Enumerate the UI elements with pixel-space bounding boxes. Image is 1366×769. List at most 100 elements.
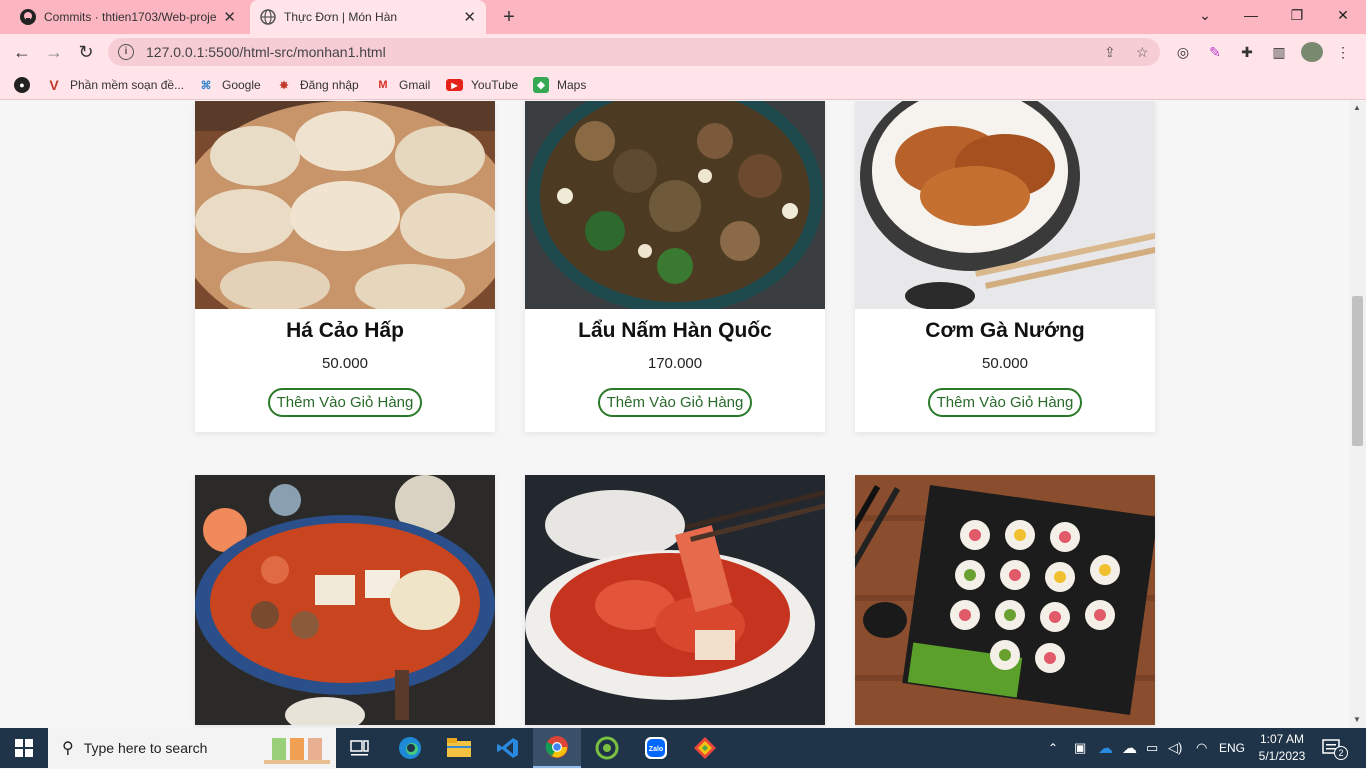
svg-text:Zalo: Zalo xyxy=(649,746,663,753)
bookmark-label: Đăng nhập xyxy=(300,78,359,92)
page-viewport: Há Cảo Hấp 50.000 Thêm Vào Giỏ Hàng Lẩu … xyxy=(0,101,1350,728)
close-window-button[interactable]: ✕ xyxy=(1320,0,1366,30)
bookmark-label: Google xyxy=(222,78,261,92)
clock-time: 1:07 AM xyxy=(1259,732,1305,746)
minimize-button[interactable]: — xyxy=(1228,0,1274,30)
menu-card-kimchi xyxy=(525,475,825,725)
start-button[interactable] xyxy=(0,728,48,768)
page-scrollbar[interactable]: ▲ ▼ xyxy=(1350,101,1366,728)
google-translate-icon: ⌘ xyxy=(200,79,212,92)
bookmark-dang-nhap[interactable]: ✸ Đăng nhập xyxy=(276,76,359,94)
dish-name: Há Cảo Hấp xyxy=(286,319,404,342)
browser-toolbar: ← → ↻ i 127.0.0.1:5500/html-src/monhan1.… xyxy=(0,34,1366,70)
bookmark-label: YouTube xyxy=(471,78,519,92)
task-view-icon[interactable] xyxy=(336,728,384,768)
onedrive-icon[interactable]: ☁ xyxy=(1098,728,1113,768)
share-icon[interactable]: ⇪ xyxy=(1104,44,1116,61)
dish-price: 50.000 xyxy=(982,355,1028,372)
more-menu-icon[interactable]: ⋮ xyxy=(1334,43,1352,61)
dish-price: 170.000 xyxy=(647,355,703,372)
clock-date: 5/1/2023 xyxy=(1258,749,1306,763)
restore-button[interactable]: ❐ xyxy=(1274,0,1320,30)
battery-icon[interactable]: ▭ xyxy=(1146,728,1158,768)
taskbar-search-box[interactable]: ⚲ Type here to search xyxy=(48,728,336,768)
new-tab-button[interactable]: + xyxy=(498,6,520,28)
wifi-icon[interactable]: ◠ xyxy=(1196,728,1207,768)
tab-commits[interactable]: Commits · thtien1703/Web-proje ✕ xyxy=(10,0,246,34)
zalo-icon[interactable]: Zalo xyxy=(632,728,680,768)
dish-name: Cơm Gà Nướng xyxy=(925,319,1085,342)
input-language-indicator[interactable]: ENG xyxy=(1219,728,1245,768)
bookmark-phan-mem[interactable]: V Phần mềm soạn đề... xyxy=(46,76,184,94)
cloud-tray-icon[interactable]: ☁ xyxy=(1122,728,1137,768)
camera-tray-icon[interactable]: ▣ xyxy=(1074,728,1086,768)
file-explorer-icon[interactable] xyxy=(435,728,483,768)
back-button[interactable]: ← xyxy=(10,41,34,63)
bookmark-youtube[interactable]: ▶ YouTube xyxy=(446,76,518,94)
dumpling-photo xyxy=(195,101,495,309)
tab-search-chevron-icon[interactable]: ⌄ xyxy=(1182,0,1228,30)
add-to-cart-button[interactable]: Thêm Vào Giỏ Hàng xyxy=(597,388,753,417)
site-info-icon[interactable]: i xyxy=(118,44,134,60)
globe-icon xyxy=(260,9,276,25)
scroll-down-arrow-icon[interactable]: ▼ xyxy=(1353,715,1361,724)
color-picker-extension-icon[interactable]: ✎ xyxy=(1206,43,1224,61)
grilled-chicken-rice-photo xyxy=(855,101,1155,309)
chrome-icon[interactable] xyxy=(533,728,581,768)
drinks-illustration-icon xyxy=(264,732,330,764)
show-hidden-icons-chevron-icon[interactable]: ⌃ xyxy=(1048,728,1058,768)
profile-avatar[interactable] xyxy=(1301,42,1323,62)
add-to-cart-button[interactable]: Thêm Vào Giỏ Hàng xyxy=(267,388,423,417)
close-tab-icon[interactable]: ✕ xyxy=(223,8,236,26)
dish-name: Lẩu Nấm Hàn Quốc xyxy=(578,319,772,342)
bookmark-gmail[interactable]: M Gmail xyxy=(375,76,430,94)
bookmark-star-icon[interactable]: ☆ xyxy=(1136,44,1149,61)
tab-thuc-don[interactable]: Thực Đơn | Món Hàn ✕ xyxy=(250,0,486,34)
reload-button[interactable]: ↻ xyxy=(74,41,98,63)
search-placeholder: Type here to search xyxy=(83,740,208,756)
youtube-icon: ▶ xyxy=(446,79,463,91)
url-text: 127.0.0.1:5500/html-src/monhan1.html xyxy=(146,44,386,60)
scrollbar-thumb[interactable] xyxy=(1352,296,1363,446)
volume-icon[interactable]: ◁) xyxy=(1168,728,1182,768)
system-clock[interactable]: 1:07 AM 5/1/2023 xyxy=(1254,731,1310,765)
menu-card-kimbap xyxy=(855,475,1155,725)
address-bar[interactable]: i 127.0.0.1:5500/html-src/monhan1.html ⇪… xyxy=(108,38,1160,66)
add-to-cart-button[interactable]: Thêm Vào Giỏ Hàng xyxy=(927,388,1083,417)
close-tab-icon[interactable]: ✕ xyxy=(463,8,476,26)
world-icon[interactable]: ● xyxy=(14,76,38,94)
menu-card-lau-nam: Lẩu Nấm Hàn Quốc 170.000 Thêm Vào Giỏ Hà… xyxy=(525,101,825,432)
notification-center-button[interactable]: 2 xyxy=(1322,728,1348,768)
tab-title: Commits · thtien1703/Web-proje xyxy=(44,10,217,24)
bookmark-label: Maps xyxy=(557,78,587,92)
github-icon xyxy=(20,9,36,25)
coccoc-icon[interactable] xyxy=(583,728,631,768)
tab-title: Thực Đơn | Món Hàn xyxy=(284,10,398,24)
v-logo-icon: V xyxy=(49,77,59,93)
mushroom-hotpot-photo xyxy=(525,101,825,309)
scroll-up-arrow-icon[interactable]: ▲ xyxy=(1353,103,1361,112)
forward-button[interactable]: → xyxy=(42,41,66,63)
maps-icon: ◆ xyxy=(533,77,549,93)
windows-logo-icon xyxy=(15,739,33,757)
tab-strip: Commits · thtien1703/Web-proje ✕ Thực Đơ… xyxy=(0,0,1366,34)
side-panel-icon[interactable]: ▥ xyxy=(1270,43,1288,61)
login-site-icon: ✸ xyxy=(279,79,289,92)
compass-extension-icon[interactable]: ◎ xyxy=(1174,43,1192,61)
windows-taskbar: ⚲ Type here to search Zalo ⌃ ▣ ☁ ☁ ▭ ◁) … xyxy=(0,728,1366,768)
vscode-icon[interactable] xyxy=(484,728,532,768)
gmail-icon: M xyxy=(378,79,388,91)
menu-card-budae-jjigae xyxy=(195,475,495,725)
search-icon: ⚲ xyxy=(62,740,74,757)
menu-card-com-ga: Cơm Gà Nướng 50.000 Thêm Vào Giỏ Hàng xyxy=(855,101,1155,432)
bookmark-maps[interactable]: ◆ Maps xyxy=(533,76,586,94)
edge-browser-icon[interactable] xyxy=(386,728,434,768)
bookmark-label: Phần mềm soạn đề... xyxy=(70,78,185,92)
dish-price: 50.000 xyxy=(322,355,368,372)
extensions-puzzle-icon[interactable]: ✚ xyxy=(1238,43,1256,61)
army-stew-photo xyxy=(195,475,495,725)
gitkraken-icon[interactable] xyxy=(681,728,729,768)
kimchi-photo xyxy=(525,475,825,725)
kimbap-photo xyxy=(855,475,1155,725)
bookmark-google[interactable]: ⌘ Google xyxy=(198,76,261,94)
